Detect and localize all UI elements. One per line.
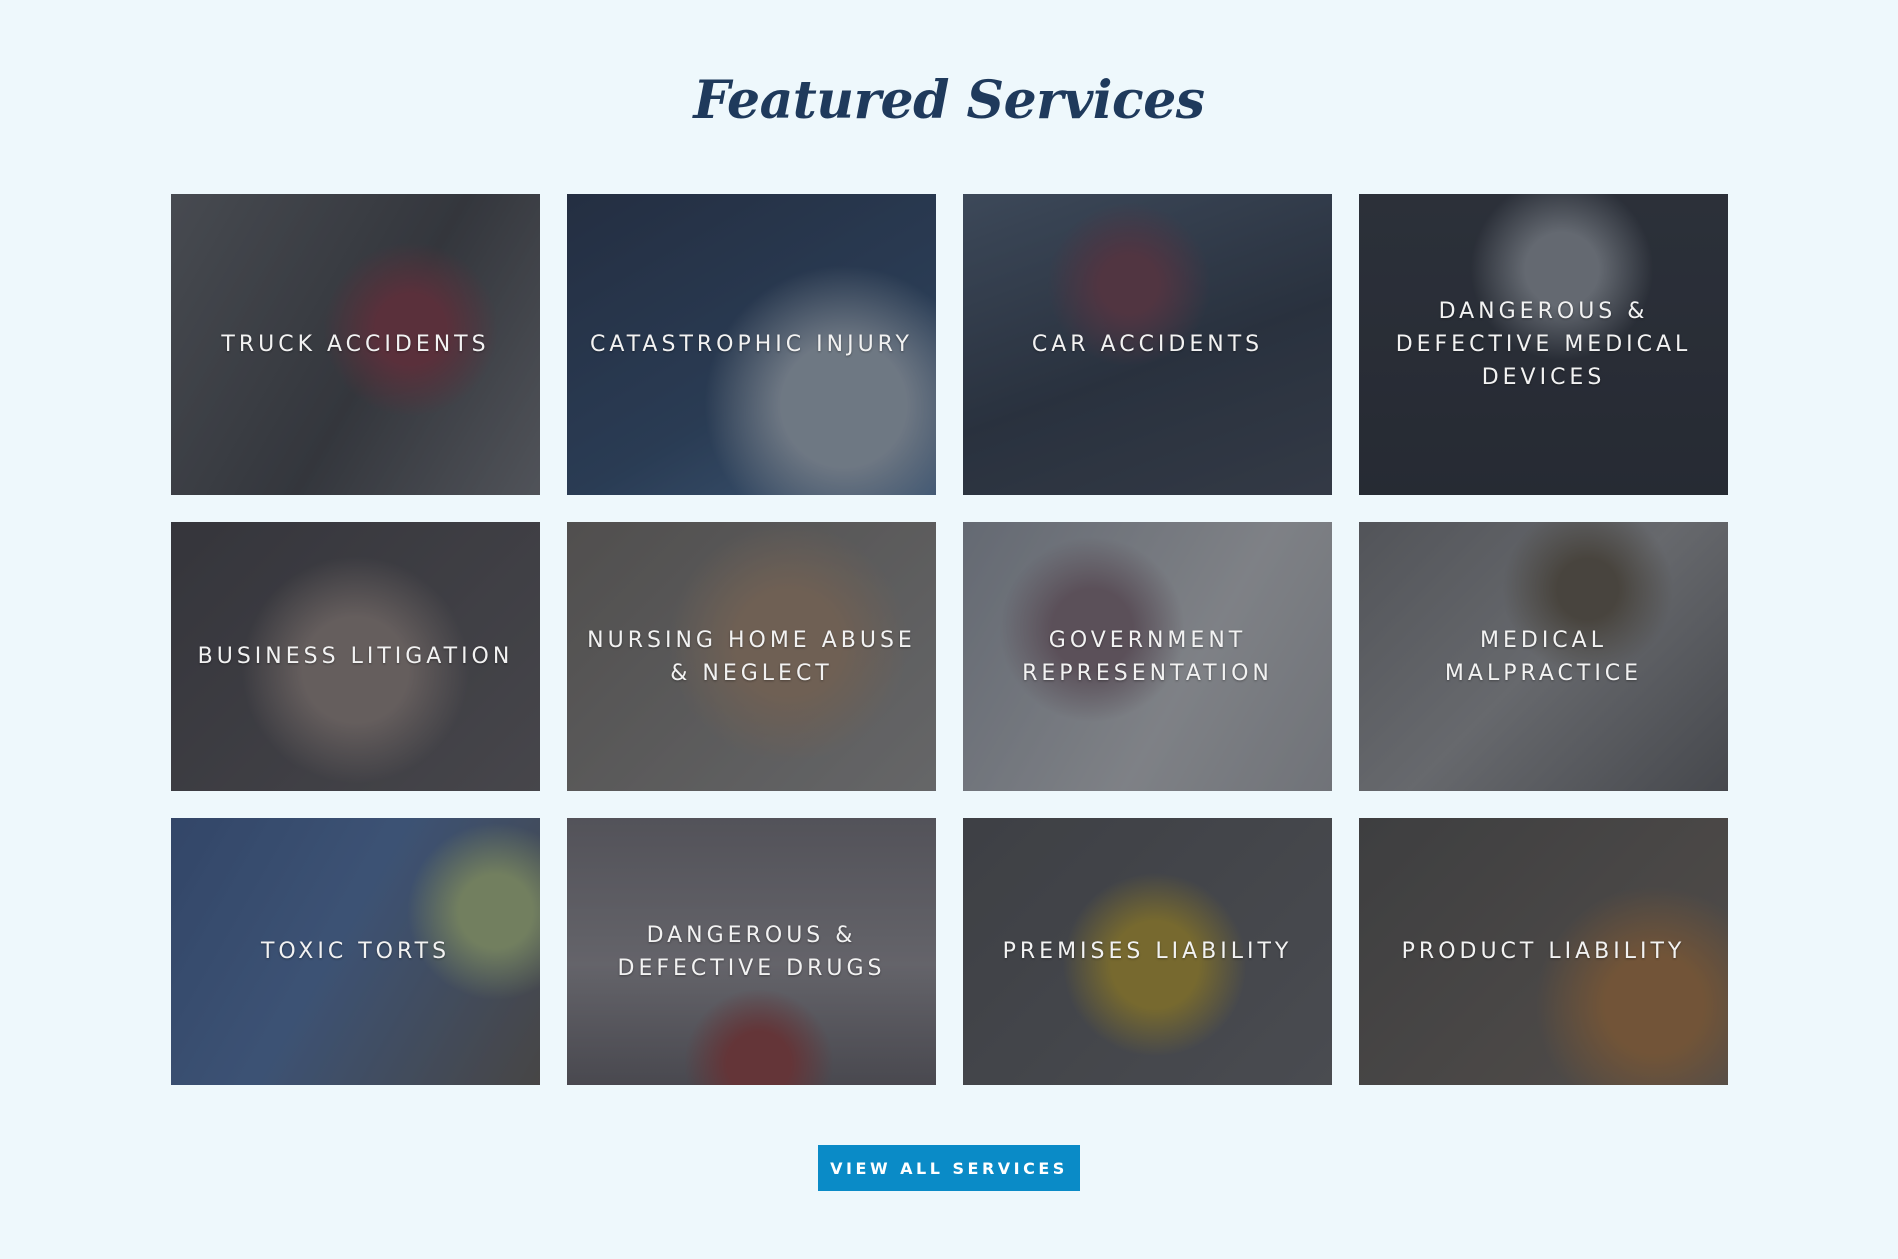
service-tile-toxic-torts[interactable]: TOXIC TORTS	[171, 818, 540, 1085]
service-label: TOXIC TORTS	[260, 939, 451, 964]
service-tile-car-accidents[interactable]: CAR ACCIDENTS	[963, 194, 1332, 495]
service-tile-government-representation[interactable]: GOVERNMENT REPRESENTATION	[963, 522, 1332, 791]
page-title: Featured Services	[693, 70, 1205, 131]
service-label: CATASTROPHIC INJURY	[590, 332, 913, 357]
service-label: DANGEROUS & DEFECTIVE DRUGS	[617, 922, 886, 981]
service-label: TRUCK ACCIDENTS	[221, 332, 490, 357]
service-tile-product-liability[interactable]: PRODUCT LIABILITY	[1359, 818, 1728, 1085]
service-label: MEDICAL MALPRACTICE	[1444, 627, 1643, 686]
service-tile-premises-liability[interactable]: PREMISES LIABILITY	[963, 818, 1332, 1085]
service-tile-truck-accidents[interactable]: TRUCK ACCIDENTS	[171, 194, 540, 495]
service-label: CAR ACCIDENTS	[1031, 332, 1264, 357]
service-tile-business-litigation[interactable]: BUSINESS LITIGATION	[171, 522, 540, 791]
service-label: PRODUCT LIABILITY	[1401, 939, 1686, 964]
service-tile-medical-devices[interactable]: DANGEROUS & DEFECTIVE MEDICAL DEVICES	[1359, 194, 1728, 495]
service-tile-defective-drugs[interactable]: DANGEROUS & DEFECTIVE DRUGS	[567, 818, 936, 1085]
service-label: GOVERNMENT REPRESENTATION	[1022, 627, 1273, 686]
service-tile-nursing-home-abuse[interactable]: NURSING HOME ABUSE & NEGLECT	[567, 522, 936, 791]
service-label: PREMISES LIABILITY	[1002, 939, 1293, 964]
view-all-services-button[interactable]: VIEW ALL SERVICES	[818, 1145, 1080, 1191]
service-label: NURSING HOME ABUSE & NEGLECT	[587, 627, 916, 686]
service-tile-catastrophic-injury[interactable]: CATASTROPHIC INJURY	[567, 194, 936, 495]
service-label: BUSINESS LITIGATION	[197, 644, 514, 669]
service-label: DANGEROUS & DEFECTIVE MEDICAL DEVICES	[1395, 299, 1692, 390]
service-tile-medical-malpractice[interactable]: MEDICAL MALPRACTICE	[1359, 522, 1728, 791]
